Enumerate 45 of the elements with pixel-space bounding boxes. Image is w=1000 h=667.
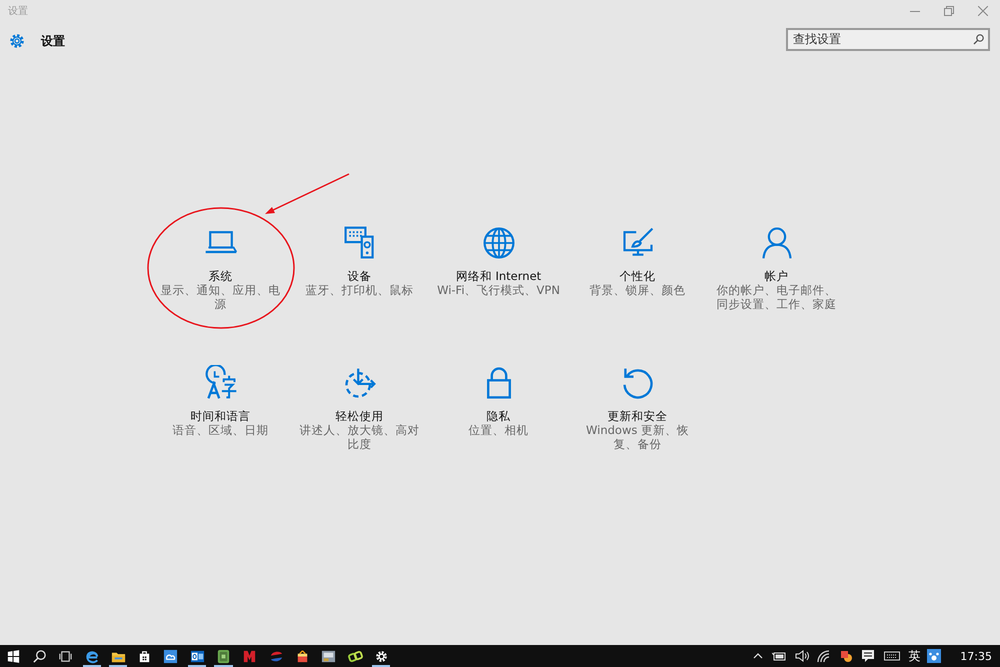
input-method-indicator[interactable]: 英 [908,648,920,664]
time-icon[interactable] [202,365,238,401]
notification-icon[interactable] [860,649,876,663]
edge-icon [84,648,100,664]
gear-icon [374,648,389,664]
category-title[interactable]: 网络和 Internet [456,269,542,283]
category-title[interactable]: 系统 [208,269,232,283]
category-title[interactable]: 帐户 [764,269,788,283]
search-icon [32,648,47,664]
keyboard-icon[interactable] [882,649,902,663]
category-title[interactable]: 轻松使用 [336,409,384,423]
category-title[interactable]: 个性化 [620,269,656,283]
paw-icon[interactable] [926,649,942,663]
tool-icon [321,648,336,664]
category-description: Wi-Fi、飞行模式、VPN [436,283,560,297]
category-title[interactable]: 隐私 [486,409,510,423]
category-description: 语音、区域、日期 [172,423,270,437]
taskview-icon [58,648,74,664]
chain-icon [348,648,362,664]
window-title: 设置 [8,4,28,18]
notebook-icon [216,648,232,664]
category-description: 讲述人、放大镜、高对比度 [298,423,420,451]
category-title[interactable]: 更新和安全 [608,409,668,423]
volume-icon[interactable] [794,649,810,663]
mail-icon [190,648,205,664]
category-description: 你的帐户、电子邮件、同步设置、工作、家庭 [716,283,838,311]
restore-icon [944,6,954,16]
cloud-icon [163,648,178,664]
windows-icon [6,648,21,664]
category-title[interactable]: 时间和语言 [190,409,250,423]
clock[interactable]: 17:35 [960,650,992,662]
category-description: 蓝牙、打印机、鼠标 [304,283,414,297]
globe-icon[interactable] [480,225,516,261]
category-description: 显示、通知、应用、电源 [160,283,282,311]
search-icon [973,34,984,44]
page-title: 设置 [41,32,65,50]
category-description: 背景、锁屏、颜色 [588,283,686,297]
app-tray-icon[interactable] [838,649,854,663]
letter-m-icon [242,648,258,664]
category-description: Windows 更新、恢复、备份 [585,423,690,451]
category-title[interactable]: 设备 [348,269,372,283]
search-field[interactable]: 查找设置 [786,28,990,50]
settings-icon [9,33,25,49]
category-description: 位置、相机 [468,423,530,437]
close-icon [978,6,988,16]
